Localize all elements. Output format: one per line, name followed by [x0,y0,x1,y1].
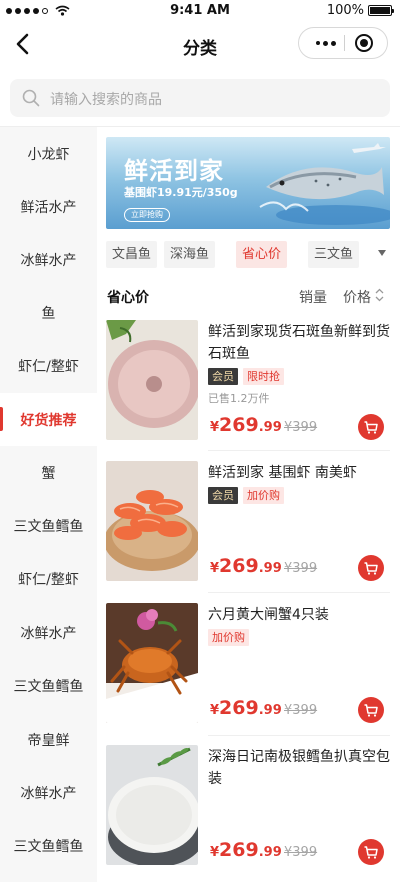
price-decimal: .99 [258,703,282,718]
tag-deep-sea-fish[interactable]: 深海鱼 [164,241,216,268]
cart-icon [364,420,378,434]
original-price: ¥399 [284,420,318,435]
add-to-cart-button[interactable] [358,414,384,440]
divider [208,592,390,593]
product-badges: 加价购 [208,629,249,646]
add-to-cart-button[interactable] [358,697,384,723]
more-icon[interactable] [309,28,343,58]
product-title: 深海日记南极银鳕鱼扒真空包装 [208,749,390,787]
sold-count: 已售1.2万件 [208,392,270,405]
product-card[interactable]: 鲜活到家现货石斑鱼新鲜到货石斑鱼 会员 限时抢 已售1.2万件 ¥269.99 … [106,320,390,456]
flash-sale-badge: 限时抢 [243,368,284,385]
price-integer: 269 [219,414,259,436]
price-decimal: .99 [258,420,282,435]
sidebar-item[interactable]: 帝皇鲜 [0,713,97,766]
sort-icon[interactable] [375,288,384,302]
product-image-cod-fillet [106,745,198,865]
dropdown-icon[interactable] [378,250,386,256]
product-title: 鲜活到家现货石斑鱼新鲜到货石斑鱼 [208,324,390,362]
nav-bar: 分类 [0,24,400,66]
cart-icon [364,703,378,717]
sidebar-item[interactable]: 鱼 [0,286,97,339]
add-on-purchase-badge: 加价购 [208,629,249,646]
battery-percent: 100% [326,3,364,18]
sidebar-item[interactable]: 三文鱼鳕鱼 [0,499,97,552]
sidebar-item[interactable]: 蟹 [0,446,97,499]
capsule-divider [344,35,345,51]
section-title: 省心价 [107,290,149,306]
price-integer: 269 [219,555,259,577]
sidebar-item[interactable]: 鲜活水产 [0,180,97,233]
product-badges: 会员 加价购 [208,487,284,504]
product-price: ¥269.99 [210,839,282,861]
add-to-cart-button[interactable] [358,839,384,865]
tag-salmon[interactable]: 三文鱼 [308,241,360,268]
sidebar-item[interactable]: 冰鲜水产 [0,233,97,286]
price-decimal: .99 [258,561,282,576]
status-bar: 9:41 AM 100% [0,0,400,24]
product-card[interactable]: 鲜活到家 基围虾 南美虾 会员 加价购 ¥269.99 ¥399 [106,461,390,597]
banner-subtitle: 基围虾19.91元/350g [124,186,238,199]
product-title: 六月黄大闸蟹4只装 [208,607,329,623]
banner-title: 鲜活到家 [124,157,224,185]
product-card[interactable]: 六月黄大闸蟹4只装 加价购 ¥269.99 ¥399 [106,603,390,739]
member-badge: 会员 [208,487,238,504]
sidebar-item-active[interactable]: 好货推荐 [0,393,97,446]
tag-filter-bar: 文昌鱼 深海鱼 省心价 三文鱼 [106,241,400,269]
original-price: ¥399 [284,703,318,718]
search-placeholder: 请输入搜索的商品 [50,92,162,108]
product-price: ¥269.99 [210,697,282,719]
sidebar-item[interactable]: 虾仁/整虾 [0,552,97,605]
price-integer: 269 [219,839,259,861]
product-price: ¥269.99 [210,414,282,436]
currency-symbol: ¥ [210,420,220,435]
battery-icon [368,5,394,16]
sort-by-sales[interactable]: 销量 [299,287,327,307]
promo-banner[interactable]: 鲜活到家 基围虾19.91元/350g 立即抢购 [106,137,390,229]
search-icon [22,89,40,107]
product-title: 鲜活到家 基围虾 南美虾 [208,465,357,481]
product-badges: 会员 限时抢 [208,368,284,385]
cart-icon [364,845,378,859]
sidebar-item[interactable]: 冰鲜水产 [0,766,97,819]
sort-by-price[interactable]: 价格 [343,287,371,307]
product-image-shrimp [106,461,198,581]
currency-symbol: ¥ [210,703,220,718]
sidebar-item[interactable]: 三文鱼鳕鱼 [0,659,97,712]
mini-program-capsule [298,27,388,59]
product-card[interactable]: 深海日记南极银鳕鱼扒真空包装 ¥269.99 ¥399 [106,745,390,881]
sidebar-item[interactable]: 虾仁/整虾 [0,339,97,392]
tag-value-price[interactable]: 省心价 [236,241,288,268]
currency-symbol: ¥ [210,845,220,860]
currency-symbol: ¥ [210,561,220,576]
divider [208,735,390,736]
sidebar-item[interactable]: 小龙虾 [0,127,97,180]
add-on-purchase-badge: 加价购 [243,487,284,504]
product-price: ¥269.99 [210,555,282,577]
original-price: ¥399 [284,561,318,576]
close-mini-program-icon[interactable] [355,34,373,52]
price-decimal: .99 [258,845,282,860]
price-integer: 269 [219,697,259,719]
banner-buy-button[interactable]: 立即抢购 [124,208,170,222]
fish-splash-illustration [259,143,390,225]
member-badge: 会员 [208,368,238,385]
original-price: ¥399 [284,845,318,860]
divider [208,450,390,451]
product-image-grouper-steak [106,320,198,440]
cart-icon [364,561,378,575]
sidebar-item[interactable]: 三文鱼鳕鱼 [0,819,97,872]
product-image-crab [106,603,198,723]
sidebar-item[interactable]: 冰鲜水产 [0,606,97,659]
battery-indicator: 100% [326,3,394,18]
category-sidebar: 小龙虾 鲜活水产 冰鲜水产 鱼 虾仁/整虾 好货推荐 蟹 三文鱼鳕鱼 虾仁/整虾… [0,127,97,882]
search-input[interactable]: 请输入搜索的商品 [10,79,390,117]
add-to-cart-button[interactable] [358,555,384,581]
tag-wenchang-fish[interactable]: 文昌鱼 [106,241,158,268]
